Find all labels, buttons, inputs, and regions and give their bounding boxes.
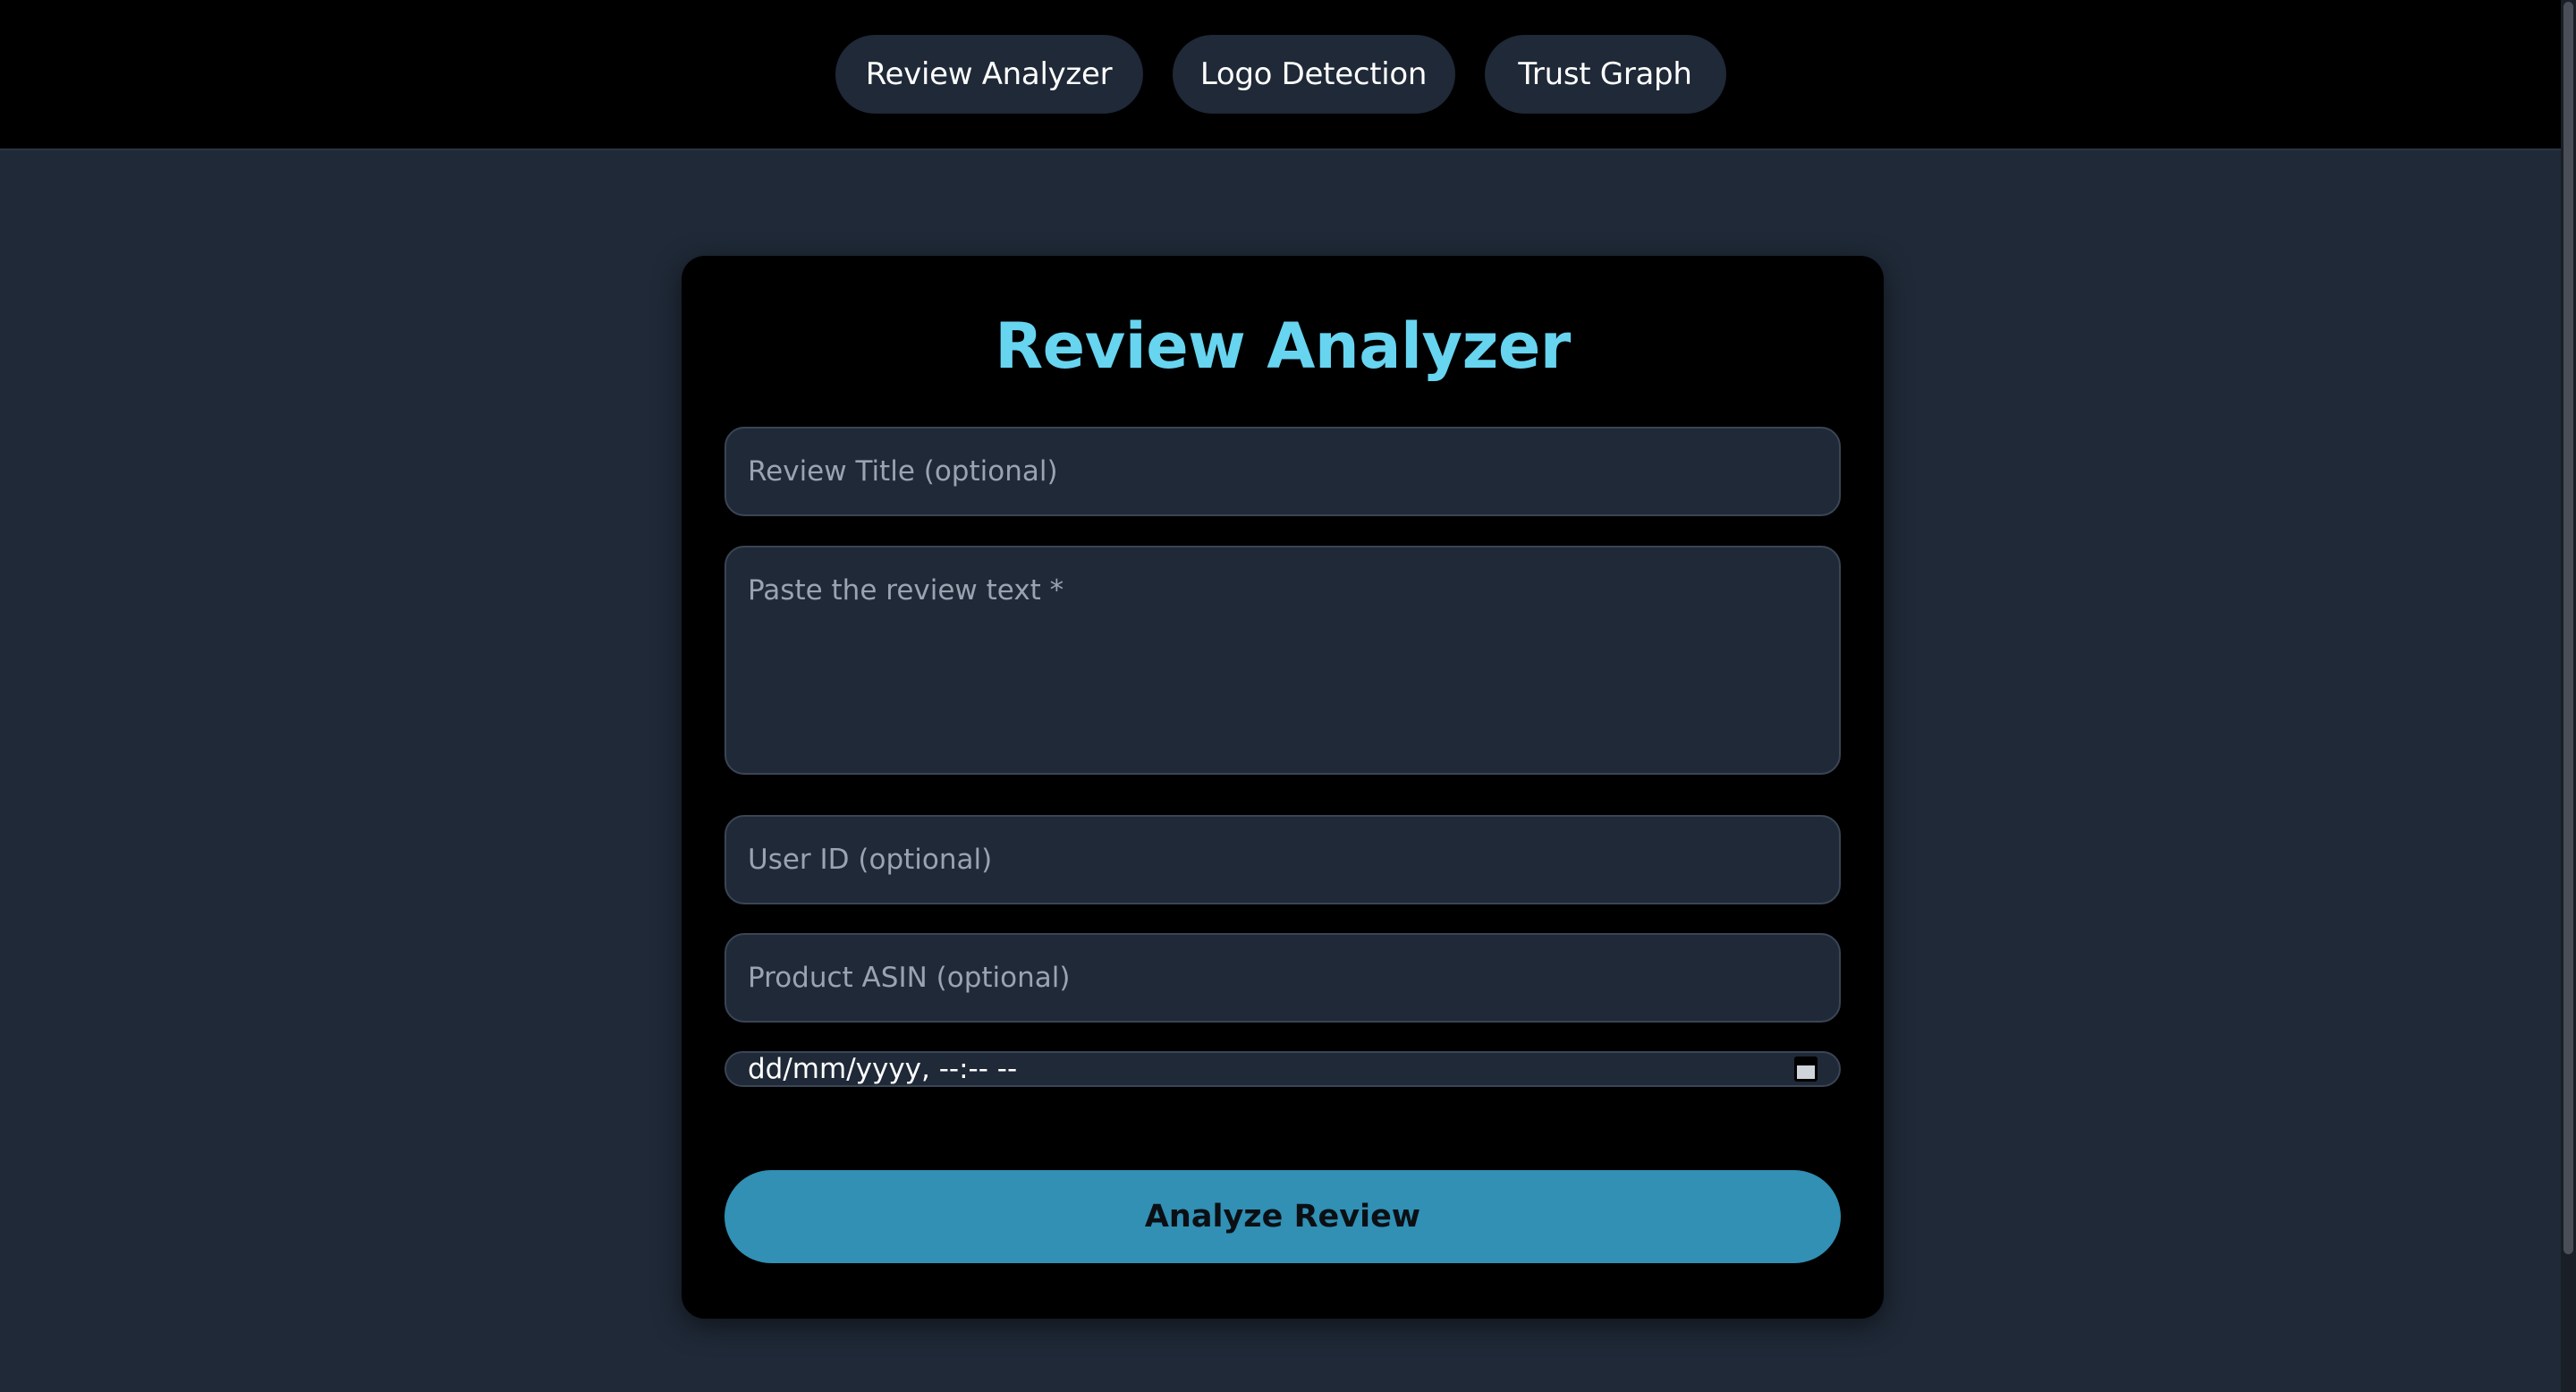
review-title-input[interactable] — [724, 427, 1841, 516]
calendar-icon[interactable] — [1794, 1057, 1818, 1082]
user-id-input[interactable] — [724, 815, 1841, 904]
scrollbar[interactable] — [2561, 0, 2576, 1392]
tab-review-analyzer[interactable]: Review Analyzer — [835, 35, 1143, 114]
review-analyzer-card: Review Analyzer dd/mm/yyyy, --:-- -- Ana… — [682, 256, 1884, 1319]
page-title: Review Analyzer — [995, 310, 1571, 383]
tab-logo-detection[interactable]: Logo Detection — [1172, 35, 1455, 114]
review-datetime-input[interactable]: dd/mm/yyyy, --:-- -- — [724, 1051, 1841, 1087]
analyze-review-button[interactable]: Analyze Review — [724, 1170, 1841, 1263]
scrollbar-thumb[interactable] — [2563, 2, 2573, 1254]
page: Review Analyzer Logo Detection Trust Gra… — [0, 0, 2576, 1392]
datetime-placeholder: dd/mm/yyyy, --:-- -- — [748, 1053, 1018, 1085]
product-asin-input[interactable] — [724, 933, 1841, 1023]
tab-trust-graph[interactable]: Trust Graph — [1484, 35, 1726, 114]
review-text-input[interactable] — [724, 546, 1841, 775]
top-navigation: Review Analyzer Logo Detection Trust Gra… — [0, 0, 2561, 150]
